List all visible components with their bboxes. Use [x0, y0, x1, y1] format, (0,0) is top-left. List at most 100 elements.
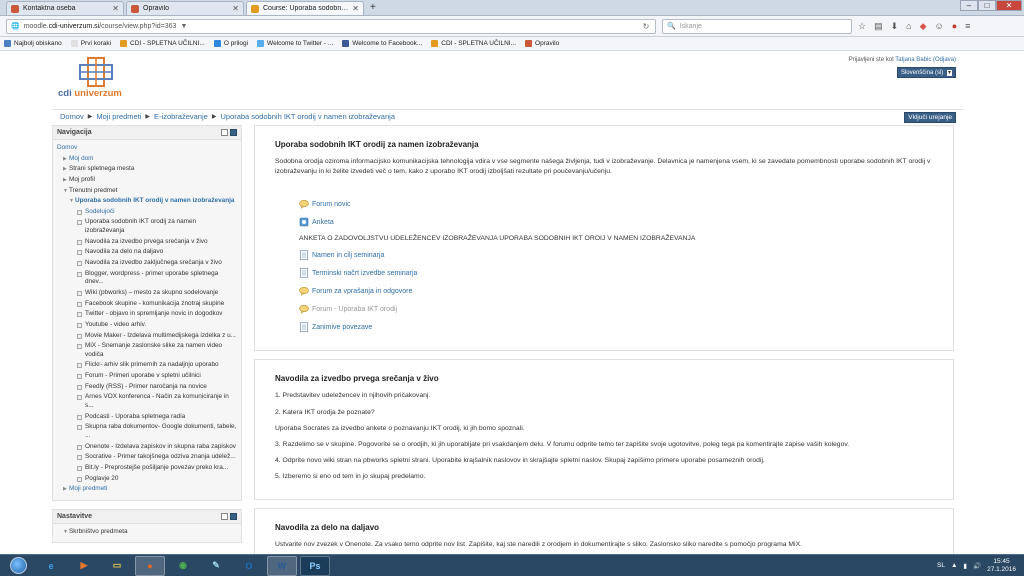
collapse-block-icon[interactable] [230, 129, 237, 136]
activity-link[interactable]: Anketa [299, 217, 933, 227]
tab-1[interactable]: Kontaktna oseba ✕ [6, 1, 124, 15]
nav-item[interactable]: Navodila za izvedbo prvega srečanja v ži… [57, 238, 237, 247]
nav-item[interactable]: Youtube - video arhiv. [57, 321, 237, 330]
nav-item[interactable]: ▼ Uporaba sodobnih IKT orodij v namen izo… [57, 197, 237, 206]
activity-link[interactable]: Forum za vprašanja in odgovore [299, 286, 933, 297]
tab-3[interactable]: Course: Uporaba sodobnih... ✕ [246, 1, 364, 15]
nav-item[interactable]: ▼ Trenutni predmet [57, 187, 237, 196]
bookmark-item[interactable]: Welcome to Facebook... [342, 40, 422, 47]
minimize-button[interactable]: – [960, 0, 978, 11]
nav-item[interactable]: Blogger, wordpress - primer uporabe sple… [57, 270, 237, 287]
close-tab-icon[interactable]: ✕ [232, 4, 239, 13]
settings-item[interactable]: ▼ Skrbništvo predmeta [57, 528, 237, 537]
explorer-icon[interactable]: ▭ [102, 556, 132, 576]
menu-icon[interactable]: ≡ [965, 21, 970, 32]
nav-item[interactable]: ▶ Moj profil [57, 176, 237, 185]
downloads-icon[interactable]: ⬇ [891, 21, 899, 32]
nav-item[interactable]: Wiki (pbworks) – mesto za skupno sodelov… [57, 289, 237, 298]
turn-editing-on-button[interactable]: Vključi urejanje [904, 112, 956, 123]
nav-item[interactable]: Sodelujoči [57, 208, 237, 217]
ie-icon[interactable]: e [36, 556, 66, 576]
address-bar[interactable]: 🌐 moodle. cdi-univerzum.si /course/view.… [6, 18, 656, 34]
addon-icon[interactable]: ● [952, 21, 957, 32]
photoshop-icon[interactable]: Ps [300, 555, 330, 576]
navigation-tree: Domov ▶ Moj dom ▶ Strani spletnega mesta ▶ Moj… [53, 140, 241, 500]
bookmark-item[interactable]: Welcome to Twitter - ... [257, 40, 333, 47]
bookmark-item[interactable]: Opravilo [525, 40, 559, 47]
bookmark-item[interactable]: Prvi koraki [70, 40, 111, 47]
nav-item[interactable]: Navodila za delo na daljavo [57, 248, 237, 257]
firefox-icon[interactable]: ● [135, 555, 165, 576]
nav-item[interactable]: Arnes VOX konferenca - Način za komunici… [57, 393, 237, 410]
activity-link[interactable]: Namen in cilj seminarja [299, 250, 933, 261]
activity-link[interactable]: Forum - Uporaba IKT orodij [299, 304, 933, 315]
nav-item[interactable]: ▶ Moji predmeti [57, 485, 237, 494]
breadcrumb-separator-icon: ▶ [211, 114, 217, 120]
activity-link[interactable]: Zanimive povezave [299, 322, 933, 333]
close-tab-icon[interactable]: ✕ [112, 4, 119, 13]
activity-link[interactable]: Forum novic [299, 199, 933, 210]
site-identity-icon[interactable]: 🌐 [11, 22, 20, 30]
course-section: Uporaba sodobnih IKT orodij za namen izo… [254, 125, 954, 352]
breadcrumb-item[interactable]: Uporaba sodobnih IKT orodij v namen izob… [220, 112, 395, 121]
home-icon[interactable]: ⌂ [906, 21, 911, 32]
breadcrumb-item[interactable]: Moji predmeti [96, 112, 141, 121]
clock[interactable]: 15:45 27.1.2016 [987, 558, 1016, 574]
bookmark-item[interactable]: O prilogi [213, 40, 248, 47]
tray-arrow-icon[interactable]: ▲ [951, 562, 957, 569]
activity-link[interactable]: Terminski načrt izvedbe seminarja [299, 268, 933, 279]
close-window-button[interactable]: ✕ [996, 0, 1022, 11]
cdi-univerzum-logo[interactable]: cdi univerzum [56, 57, 126, 103]
nav-item[interactable]: ▶ Moj dom [57, 155, 237, 164]
nav-item[interactable]: Feedly (RSS) - Primer naročanja na novic… [57, 383, 237, 392]
chrome-icon[interactable]: ◉ [168, 556, 198, 576]
language-select[interactable]: Slovenščina (sl) ▾ [896, 67, 956, 78]
nav-item[interactable]: MiX - Snemanje zaslonske slike za namen … [57, 342, 237, 359]
url-history-dropdown-icon[interactable]: ▼ [180, 23, 187, 30]
volume-icon[interactable]: 🔊 [973, 562, 981, 570]
network-icon[interactable]: ▮ [963, 562, 967, 570]
paint-icon[interactable]: ✎ [201, 556, 231, 576]
nav-item[interactable]: Socrative - Primer takojšnega odziva zna… [57, 453, 237, 462]
dock-block-icon[interactable] [221, 512, 228, 520]
nav-item[interactable]: Bit.ly - Preprostejše pošiljanje povezav… [57, 464, 237, 473]
search-input[interactable]: 🔍 Iskanje [662, 18, 852, 34]
nav-item[interactable]: Skupna raba dokumentov- Google dokumenti… [57, 423, 237, 440]
nav-item[interactable]: Forum - Primeri uporabe v spletni učilni… [57, 372, 237, 381]
login-prefix: Prijavljeni ste kot [848, 57, 896, 63]
login-user-link[interactable]: Tatjana Babic (Odjava) [895, 57, 956, 63]
outlook-icon[interactable]: O [234, 556, 264, 576]
nav-item[interactable]: ▶ Strani spletnega mesta [57, 165, 237, 174]
nav-item[interactable]: Domov [57, 144, 237, 153]
bookmark-star-icon[interactable]: ☆ [858, 21, 866, 32]
word-icon[interactable]: W [267, 555, 297, 576]
nav-item[interactable]: Facebook skupine - komunikacija znotraj … [57, 300, 237, 309]
chat-icon[interactable]: ☺ [935, 21, 944, 32]
nav-item[interactable]: Onenote - Izdelava zapiskov in skupna ra… [57, 443, 237, 452]
reading-list-icon[interactable]: ▤ [874, 21, 883, 32]
dock-block-icon[interactable] [221, 129, 228, 136]
breadcrumb-item[interactable]: Domov [60, 112, 84, 121]
reload-icon[interactable]: ↻ [641, 22, 651, 31]
navigation-block-title: Navigacija [57, 129, 92, 136]
bookmark-item[interactable]: Najbolj obiskano [4, 40, 62, 47]
pocket-icon[interactable]: ◆ [920, 21, 927, 32]
media-player-icon[interactable]: ▶ [69, 556, 99, 576]
nav-item[interactable]: Flickr- arhiv slik primernih za nadaljnj… [57, 361, 237, 370]
nav-item[interactable]: Uporaba sodobnih IKT orodij za namen izo… [57, 218, 237, 235]
bookmark-item[interactable]: CDI - SPLETNA UČILNI... [120, 40, 205, 47]
start-button[interactable] [0, 555, 36, 577]
nav-item[interactable]: Podcasti - Uporaba spletnega radia [57, 413, 237, 422]
nav-item[interactable]: Twitter - objavo in spremljanje novic in… [57, 310, 237, 319]
language-indicator[interactable]: SL [937, 562, 945, 569]
new-tab-button[interactable]: + [370, 1, 376, 15]
maximize-button[interactable]: □ [978, 0, 996, 11]
nav-item[interactable]: Poglavje 20 [57, 475, 237, 484]
tab-2[interactable]: Opravilo ✕ [126, 1, 244, 15]
breadcrumb-item[interactable]: E-izobraževanje [154, 112, 208, 121]
bookmark-item[interactable]: CDI - SPLETNA UČILNI... [431, 40, 516, 47]
collapse-block-icon[interactable] [230, 512, 237, 520]
close-tab-icon[interactable]: ✕ [352, 4, 359, 13]
nav-item[interactable]: Movie Maker - Izdelava multimedijskega i… [57, 332, 237, 341]
nav-item[interactable]: Navodila za izvedbo zaključnega srečanja… [57, 259, 237, 268]
